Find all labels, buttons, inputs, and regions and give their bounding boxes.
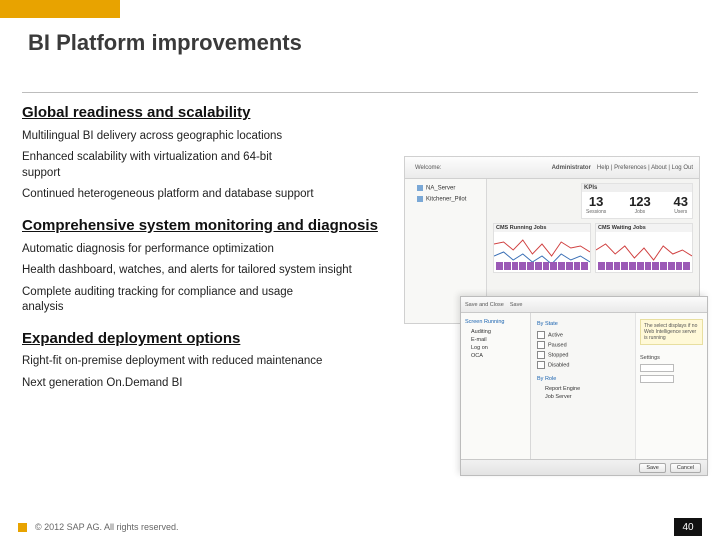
save-button: Save (639, 463, 666, 473)
toolbar-item: Save (510, 302, 523, 308)
kpi-value: 43 (674, 194, 688, 209)
bullet-text: Enhanced scalability with virtualization… (22, 150, 302, 181)
bullet-text: Complete auditing tracking for complianc… (22, 285, 302, 316)
nav-item: OCA (465, 352, 526, 360)
list-row: Job Server (537, 393, 629, 401)
checkbox-option: Stopped (537, 350, 629, 360)
nav-item: Log on (465, 344, 526, 352)
admin-name: Administrator (552, 165, 591, 171)
brand-square-icon (18, 523, 27, 532)
nav-item: Auditing (465, 328, 526, 336)
toolbar-item: Save and Close (465, 302, 504, 308)
info-note: The select displays if no Web Intelligen… (640, 319, 703, 345)
tree-node: NA_Server (409, 183, 482, 194)
brand-accent-bar (0, 0, 120, 18)
dialog-nav: Screen Running Auditing E-mail Log on OC… (461, 313, 531, 459)
text-field (640, 364, 674, 372)
copyright-text: © 2012 SAP AG. All rights reserved. (35, 522, 179, 532)
settings-dialog-screenshot: Save and Close Save Screen Running Audit… (460, 296, 708, 476)
kpi-cell: 43Users (674, 194, 688, 215)
dialog-footer: Save Cancel (461, 459, 707, 475)
kpi-label: Users (674, 209, 687, 215)
list-row: Report Engine (537, 385, 629, 393)
mini-chart-waiting: CMS Waiting Jobs (595, 223, 693, 273)
kpi-value: 13 (589, 194, 603, 209)
header-links: Help | Preferences | About | Log Out (597, 165, 693, 171)
nav-heading: Screen Running (465, 319, 526, 325)
server-icon (417, 196, 423, 202)
tree-label: Kitchener_Pilot (426, 196, 466, 202)
chart-title: CMS Waiting Jobs (596, 224, 692, 232)
welcome-label: Welcome: (415, 165, 442, 171)
nav-item: E-mail (465, 336, 526, 344)
page-number: 40 (674, 518, 702, 536)
dialog-main: By State Active Paused Stopped Disabled … (531, 313, 635, 459)
bullet-text: Next generation On.Demand BI (22, 376, 402, 392)
kpi-label: Jobs (635, 209, 646, 215)
bullet-text: Automatic diagnosis for performance opti… (22, 242, 402, 258)
group-label: By State (537, 321, 629, 327)
figure-area: Welcome: Administrator Help | Preference… (404, 156, 700, 476)
dialog-side: The select displays if no Web Intelligen… (635, 313, 707, 459)
section-heading: Comprehensive system monitoring and diag… (22, 217, 402, 236)
kpi-panel: KPIs 13Sessions 123Jobs 43Users (581, 183, 693, 219)
tree-label: NA_Server (426, 186, 455, 192)
dashboard-header: Welcome: Administrator Help | Preference… (405, 157, 699, 179)
checkbox-option: Disabled (537, 360, 629, 370)
text-field (640, 375, 674, 383)
content-column: Global readiness and scalability Multili… (22, 104, 402, 397)
group-label: By Role (537, 376, 629, 382)
bar-row (496, 262, 588, 270)
section-heading: Expanded deployment options (22, 330, 402, 349)
server-icon (417, 185, 423, 191)
section-heading: Global readiness and scalability (22, 104, 402, 123)
kpi-label: Sessions (586, 209, 606, 215)
tree-node: Kitchener_Pilot (409, 194, 482, 205)
checkbox-option: Paused (537, 340, 629, 350)
bullet-text: Health dashboard, watches, and alerts fo… (22, 263, 402, 279)
bar-row (598, 262, 690, 270)
field-label: Settings (640, 355, 703, 361)
kpi-cell: 123Jobs (629, 194, 651, 215)
slide-footer: © 2012 SAP AG. All rights reserved. 40 (0, 514, 720, 540)
mini-chart-running: CMS Running Jobs (493, 223, 591, 273)
horizontal-rule (22, 92, 698, 93)
dialog-toolbar: Save and Close Save (461, 297, 707, 313)
slide-title: BI Platform improvements (28, 30, 302, 56)
bullet-text: Right-fit on-premise deployment with red… (22, 354, 402, 370)
bullet-text: Continued heterogeneous platform and dat… (22, 187, 402, 203)
bullet-text: Multilingual BI delivery across geograph… (22, 129, 402, 145)
chart-title: CMS Running Jobs (494, 224, 590, 232)
kpi-value: 123 (629, 194, 651, 209)
kpi-cell: 13Sessions (586, 194, 606, 215)
checkbox-option: Active (537, 330, 629, 340)
kpi-title: KPIs (582, 184, 692, 192)
cancel-button: Cancel (670, 463, 701, 473)
